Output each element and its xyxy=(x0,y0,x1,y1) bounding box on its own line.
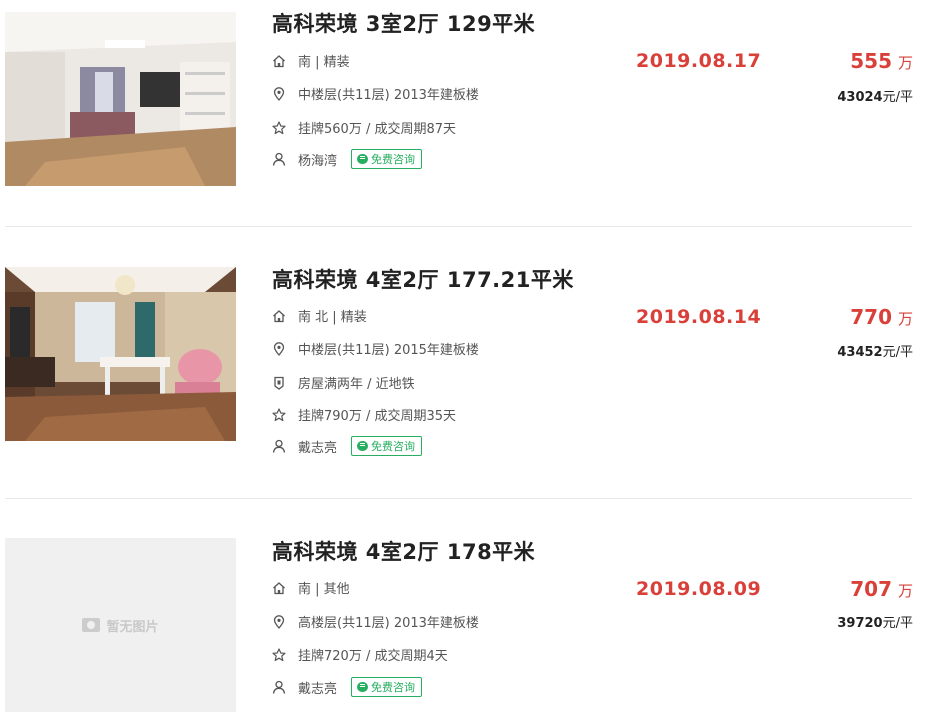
location-pin-icon xyxy=(272,614,286,629)
agent-name[interactable]: 戴志亮 xyxy=(298,678,337,697)
unit-price-suffix: 元/平 xyxy=(882,616,913,631)
tag-info-text: 房屋满两年 / 近地铁 xyxy=(298,377,415,392)
unit-price: 43452元/平 xyxy=(837,341,913,360)
chat-bubble-icon xyxy=(357,154,369,164)
unit-price-value: 39720 xyxy=(837,616,883,631)
free-consult-button[interactable]: 免费咨询 xyxy=(351,149,423,169)
agent-info: 杨海湾 免费咨询 xyxy=(272,149,423,169)
house-info: 南 | 精装 xyxy=(272,51,350,70)
listing-title[interactable]: 高科荣境 4室2厅 177.21平米 xyxy=(272,264,574,294)
chat-bubble-icon xyxy=(357,682,369,692)
agent-info: 戴志亮 免费咨询 xyxy=(272,677,423,697)
no-image-placeholder: 暂无图片 xyxy=(5,538,236,712)
total-price: 707 万 xyxy=(850,577,913,601)
total-price-unit: 万 xyxy=(897,310,913,328)
listing-title[interactable]: 高科荣境 3室2厅 129平米 xyxy=(272,8,535,38)
agent-name[interactable]: 杨海湾 xyxy=(298,150,337,169)
deal-date: 2019.08.17 xyxy=(636,50,762,72)
user-icon xyxy=(272,439,286,453)
user-icon xyxy=(272,152,286,166)
listing-divider xyxy=(5,226,912,227)
total-price-unit: 万 xyxy=(897,54,913,72)
location-pin-icon xyxy=(272,86,286,101)
star-icon xyxy=(272,647,286,662)
star-icon xyxy=(272,120,286,135)
house-icon xyxy=(272,581,286,595)
unit-price-suffix: 元/平 xyxy=(882,345,913,360)
house-info: 南 | 其他 xyxy=(272,578,350,597)
total-price-value: 707 xyxy=(850,577,892,601)
position-info: 中楼层(共11层) 2015年建板楼 xyxy=(272,339,479,358)
listing-photo[interactable]: 暂无图片 xyxy=(5,538,236,712)
user-icon xyxy=(272,680,286,694)
deal-cycle-info: 挂牌720万 / 成交周期4天 xyxy=(272,645,448,664)
free-consult-label: 免费咨询 xyxy=(371,153,416,166)
deal-cycle-info: 挂牌790万 / 成交周期35天 xyxy=(272,405,456,424)
position-info: 高楼层(共11层) 2013年建板楼 xyxy=(272,612,479,631)
deal-cycle-text: 挂牌720万 / 成交周期4天 xyxy=(298,649,448,664)
house-icon xyxy=(272,54,286,68)
star-icon xyxy=(272,407,286,422)
location-pin-icon xyxy=(272,341,286,356)
house-info: 南 北 | 精装 xyxy=(272,306,367,325)
total-price-value: 555 xyxy=(850,49,892,73)
unit-price: 39720元/平 xyxy=(837,612,913,631)
free-consult-label: 免费咨询 xyxy=(371,681,416,694)
chat-bubble-icon xyxy=(357,441,369,451)
listing-item[interactable]: 高科荣境 4室2厅 177.21平米 南 北 | 精装 中楼层(共11层) 20… xyxy=(0,254,929,498)
unit-price-value: 43452 xyxy=(837,345,883,360)
no-image-label: 暂无图片 xyxy=(106,619,159,635)
position-info: 中楼层(共11层) 2013年建板楼 xyxy=(272,84,479,103)
camera-icon xyxy=(82,618,101,632)
deal-cycle-text: 挂牌560万 / 成交周期87天 xyxy=(298,122,456,137)
position-info-text: 高楼层(共11层) 2013年建板楼 xyxy=(298,616,479,631)
unit-price-suffix: 元/平 xyxy=(882,90,913,105)
house-info-text: 南 | 其他 xyxy=(298,582,350,597)
house-info-text: 南 | 精装 xyxy=(298,55,350,70)
unit-price: 43024元/平 xyxy=(837,86,913,105)
listing-title[interactable]: 高科荣境 4室2厅 178平米 xyxy=(272,536,535,566)
deal-cycle-text: 挂牌790万 / 成交周期35天 xyxy=(298,409,456,424)
tag-shield-icon xyxy=(272,376,286,390)
listing-photo[interactable] xyxy=(5,267,236,441)
agent-info: 戴志亮 免费咨询 xyxy=(272,436,423,456)
house-icon xyxy=(272,309,286,323)
free-consult-label: 免费咨询 xyxy=(371,440,416,453)
total-price: 770 万 xyxy=(850,305,913,329)
position-info-text: 中楼层(共11层) 2015年建板楼 xyxy=(298,343,479,358)
total-price: 555 万 xyxy=(850,49,913,73)
position-info-text: 中楼层(共11层) 2013年建板楼 xyxy=(298,88,479,103)
total-price-value: 770 xyxy=(850,305,892,329)
deal-date: 2019.08.14 xyxy=(636,306,762,328)
listing-divider xyxy=(5,498,912,499)
house-info-text: 南 北 | 精装 xyxy=(298,310,367,325)
deal-cycle-info: 挂牌560万 / 成交周期87天 xyxy=(272,118,456,137)
listing-item[interactable]: 暂无图片 高科荣境 4室2厅 178平米 南 | 其他 高楼层(共11层) 20… xyxy=(0,526,929,719)
listing-item[interactable]: 高科荣境 3室2厅 129平米 南 | 精装 中楼层(共11层) 2013年建板… xyxy=(0,0,929,226)
tag-info: 房屋满两年 / 近地铁 xyxy=(272,373,415,392)
free-consult-button[interactable]: 免费咨询 xyxy=(351,677,423,697)
total-price-unit: 万 xyxy=(897,582,913,600)
agent-name[interactable]: 戴志亮 xyxy=(298,437,337,456)
deal-date: 2019.08.09 xyxy=(636,578,762,600)
free-consult-button[interactable]: 免费咨询 xyxy=(351,436,423,456)
listing-photo[interactable] xyxy=(5,12,236,186)
unit-price-value: 43024 xyxy=(837,90,883,105)
